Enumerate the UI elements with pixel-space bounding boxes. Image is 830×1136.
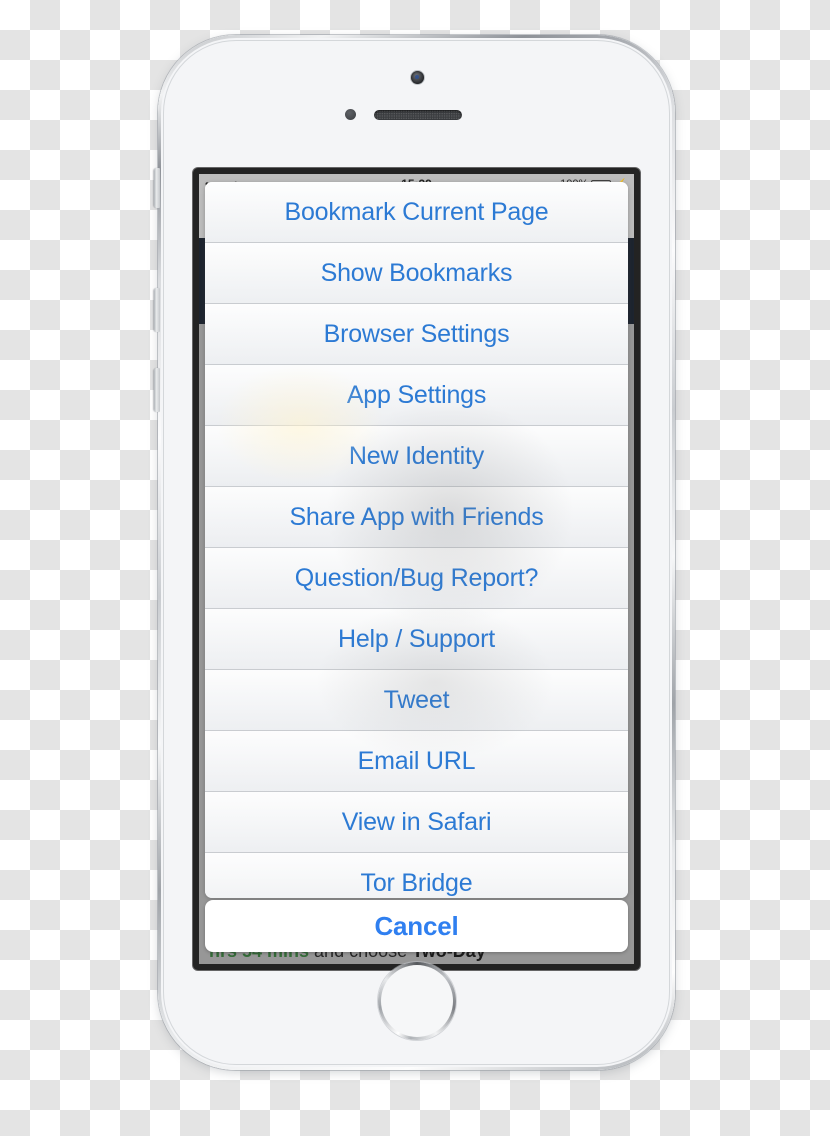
action-sheet-item-view-in-safari[interactable]: View in Safari — [205, 792, 628, 853]
action-sheet-list: Bookmark Current Page Show Bookmarks Brows… — [205, 182, 628, 898]
home-button[interactable] — [377, 962, 456, 1040]
earpiece-speaker-icon — [373, 110, 462, 120]
proximity-sensor-icon — [344, 109, 356, 120]
action-sheet-item-tor-bridge[interactable]: Tor Bridge — [205, 853, 628, 898]
action-sheet-item-help-support[interactable]: Help / Support — [205, 609, 628, 670]
screen: ••••• ◕ 15:39 100% ⚡ In St — [199, 174, 634, 964]
iphone-device: ••••• ◕ 15:39 100% ⚡ In St — [154, 35, 675, 1070]
front-camera-icon — [410, 71, 424, 84]
action-sheet-item-share-app-with-friends[interactable]: Share App with Friends — [205, 487, 628, 548]
mute-switch[interactable] — [154, 168, 160, 208]
action-sheet-item-show-bookmarks[interactable]: Show Bookmarks — [205, 243, 628, 304]
action-sheet-item-app-settings[interactable]: App Settings — [205, 365, 628, 426]
action-sheet-item-browser-settings[interactable]: Browser Settings — [205, 304, 628, 365]
action-sheet: Bookmark Current Page Show Bookmarks Brows… — [205, 182, 628, 898]
action-sheet-item-email-url[interactable]: Email URL — [205, 731, 628, 792]
action-sheet-item-tweet[interactable]: Tweet — [205, 670, 628, 731]
cancel-button[interactable]: Cancel — [205, 900, 628, 952]
stage: ••••• ◕ 15:39 100% ⚡ In St — [0, 0, 830, 1136]
volume-down-button[interactable] — [154, 368, 160, 412]
action-sheet-item-new-identity[interactable]: New Identity — [205, 426, 628, 487]
home-button-ring — [378, 962, 456, 1040]
volume-up-button[interactable] — [154, 288, 160, 332]
action-sheet-item-question-bug-report[interactable]: Question/Bug Report? — [205, 548, 628, 609]
screen-frame: ••••• ◕ 15:39 100% ⚡ In St — [193, 168, 640, 970]
action-sheet-item-bookmark-current-page[interactable]: Bookmark Current Page — [205, 182, 628, 243]
